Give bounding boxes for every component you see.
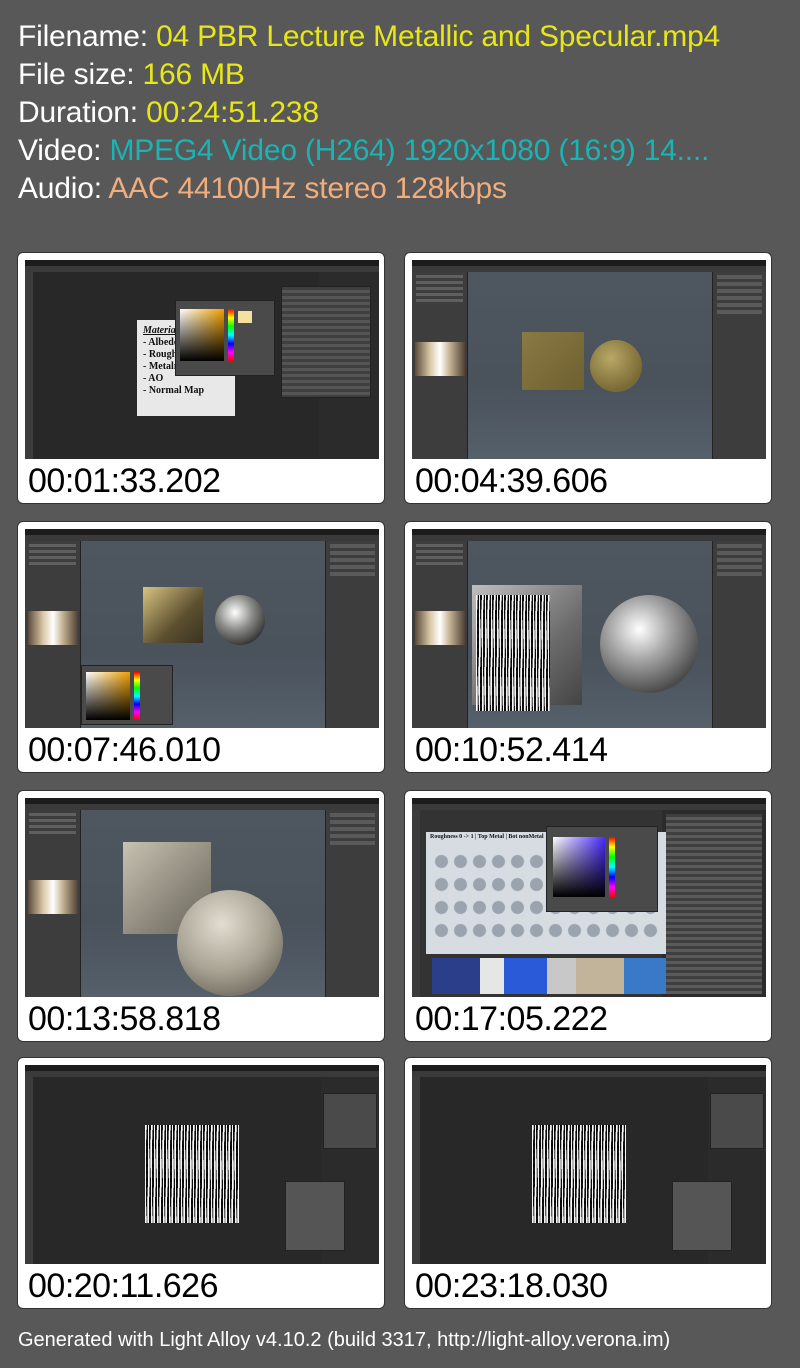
sphere: [177, 890, 283, 996]
file-info: Filename: 04 PBR Lecture Metallic and Sp…: [18, 18, 788, 208]
timestamp: 00:01:33.202: [28, 462, 221, 500]
sphere: [600, 595, 698, 693]
thumbnail-card[interactable]: 00:10:52.414: [404, 521, 772, 773]
video-line: Video: MPEG4 Video (H264) 1920x1080 (16:…: [18, 132, 788, 170]
thumbnail-image: [25, 529, 379, 728]
thumbnail-image: [25, 1065, 379, 1264]
video-label: Video:: [18, 134, 102, 167]
thumbnail-card[interactable]: 00:13:58.818: [17, 790, 385, 1042]
thumbnail-image: [412, 529, 766, 728]
sphere: [590, 340, 642, 392]
thumbnail-image: [25, 798, 379, 997]
audio-line: Audio: AAC 44100Hz stereo 128kbps: [18, 170, 788, 208]
cube: [143, 587, 203, 643]
thumbnail-card[interactable]: Roughness 0 -> 1 | Top Metal | Bot nonMe…: [404, 790, 772, 1042]
thumbnail-image: Roughness 0 -> 1 | Top Metal | Bot nonMe…: [412, 798, 766, 997]
cube: [522, 332, 584, 390]
filename-value: 04 PBR Lecture Metallic and Specular.mp4: [156, 20, 721, 53]
filesize-line: File size: 166 MB: [18, 56, 788, 94]
thumbnail-card[interactable]: 00:23:18.030: [404, 1057, 772, 1309]
slide-item: - Normal Map: [143, 385, 205, 396]
sphere: [215, 595, 265, 645]
color-picker: [546, 826, 658, 912]
generator-credit: Generated with Light Alloy v4.10.2 (buil…: [18, 1329, 671, 1351]
timestamp: 00:13:58.818: [28, 1000, 221, 1038]
swatches-panel: [281, 286, 371, 398]
audio-value: AAC 44100Hz stereo 128kbps: [108, 172, 507, 205]
thumbnail-card[interactable]: 00:07:46.010: [17, 521, 385, 773]
filesize-label: File size:: [18, 58, 135, 91]
video-value: MPEG4 Video (H264) 1920x1080 (16:9) 14..…: [109, 134, 710, 167]
duration-value: 00:24:51.238: [146, 96, 319, 129]
thumbnail-image: [412, 260, 766, 459]
timestamp: 00:20:11.626: [28, 1267, 219, 1305]
timestamp: 00:04:39.606: [415, 462, 608, 500]
filename-label: Filename:: [18, 20, 148, 53]
duration-label: Duration:: [18, 96, 138, 129]
timestamp: 00:23:18.030: [415, 1267, 608, 1305]
properties-panel: [672, 1181, 732, 1251]
thumbnail-card[interactable]: Materia - Albedo - Rough - Metaln - AO -…: [17, 252, 385, 504]
filesize-value: 166 MB: [142, 58, 245, 91]
grunge-texture: [476, 595, 550, 711]
filename-line: Filename: 04 PBR Lecture Metallic and Sp…: [18, 18, 788, 56]
thumbnail-image: [412, 1065, 766, 1264]
thumbnail-card[interactable]: 00:20:11.626: [17, 1057, 385, 1309]
grunge-texture: [532, 1125, 626, 1223]
audio-label: Audio:: [18, 172, 102, 205]
color-picker: [175, 300, 275, 376]
reference-strip: [432, 958, 672, 994]
thumbnail-card[interactable]: 00:04:39.606: [404, 252, 772, 504]
grunge-texture: [145, 1125, 239, 1223]
duration-line: Duration: 00:24:51.238: [18, 94, 788, 132]
layers-panel: [710, 1093, 764, 1149]
layers-panel: [323, 1093, 377, 1149]
properties-panel: [285, 1181, 345, 1251]
thumbnail-image: Materia - Albedo - Rough - Metaln - AO -…: [25, 260, 379, 459]
swatches-panel: [666, 814, 762, 994]
color-picker: [81, 665, 173, 725]
timestamp: 00:07:46.010: [28, 731, 221, 769]
timestamp: 00:10:52.414: [415, 731, 608, 769]
timestamp: 00:17:05.222: [415, 1000, 608, 1038]
